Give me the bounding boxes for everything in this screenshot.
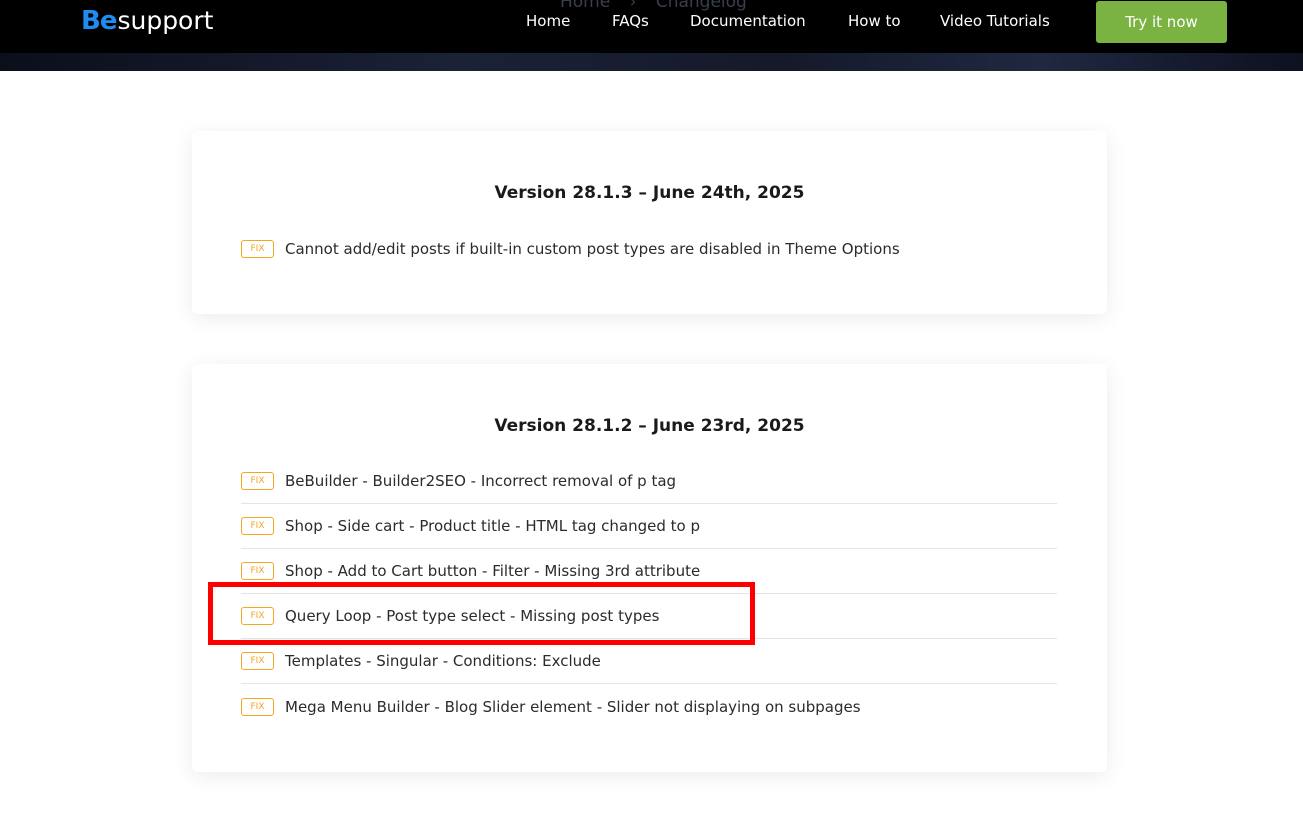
- version-title: Version 28.1.2 – June 23rd, 2025: [494, 416, 805, 436]
- entry-text: Query Loop - Post type select - Missing …: [285, 607, 660, 625]
- version-title: Version 28.1.3 – June 24th, 2025: [494, 183, 805, 203]
- logo-be: Be: [81, 6, 117, 36]
- fix-badge: FIX: [241, 239, 274, 258]
- entry-text: Mega Menu Builder - Blog Slider element …: [285, 697, 861, 716]
- nav-video-tutorials[interactable]: Video Tutorials: [940, 12, 1050, 34]
- changelog-entry: FIX Shop - Add to Cart button - Filter -…: [241, 549, 1057, 594]
- changelog-entry: FIX Templates - Singular - Conditions: E…: [241, 639, 1057, 684]
- changelog-entry: FIX Cannot add/edit posts if built-in cu…: [241, 226, 1057, 271]
- changelog-entry: FIX Query Loop - Post type select - Miss…: [241, 594, 1057, 639]
- changelog-entry: FIX BeBuilder - Builder2SEO - Incorrect …: [241, 459, 1057, 504]
- header-background-image: [0, 53, 1303, 71]
- fix-badge: FIX: [241, 517, 274, 535]
- entry-text: BeBuilder - Builder2SEO - Incorrect remo…: [285, 472, 677, 490]
- breadcrumb: Home › Changelog: [560, 0, 761, 12]
- entry-text: Shop - Side cart - Product title - HTML …: [285, 517, 701, 535]
- changelog-entry: FIX Shop - Side cart - Product title - H…: [241, 504, 1057, 549]
- entry-text: Shop - Add to Cart button - Filter - Mis…: [285, 562, 701, 580]
- fix-badge: FIX: [241, 472, 274, 490]
- fix-badge: FIX: [241, 697, 274, 716]
- breadcrumb-home[interactable]: Home: [560, 0, 610, 12]
- changelog-card: Version 28.1.2 – June 23rd, 2025 FIX BeB…: [192, 364, 1107, 772]
- nav-documentation[interactable]: Documentation: [690, 12, 806, 34]
- nav-home[interactable]: Home: [526, 12, 570, 34]
- fix-badge: FIX: [241, 562, 274, 580]
- nav-how-to[interactable]: How to: [848, 12, 901, 34]
- site-header: Home › Changelog Be support Home FAQs Do…: [0, 0, 1303, 71]
- changelog-card: Version 28.1.3 – June 24th, 2025 FIX Can…: [192, 131, 1107, 314]
- fix-badge: FIX: [241, 652, 274, 670]
- entry-text: Cannot add/edit posts if built-in custom…: [285, 239, 900, 258]
- logo-support: support: [117, 6, 214, 35]
- try-it-now-button[interactable]: Try it now: [1096, 1, 1227, 43]
- breadcrumb-separator: ›: [629, 0, 637, 12]
- nav-faqs[interactable]: FAQs: [612, 12, 649, 34]
- changelog-entry: FIX Mega Menu Builder - Blog Slider elem…: [241, 684, 1057, 729]
- site-logo[interactable]: Be support: [81, 6, 213, 42]
- fix-badge: FIX: [241, 607, 274, 625]
- entry-text: Templates - Singular - Conditions: Exclu…: [285, 652, 601, 670]
- breadcrumb-current: Changelog: [655, 0, 747, 12]
